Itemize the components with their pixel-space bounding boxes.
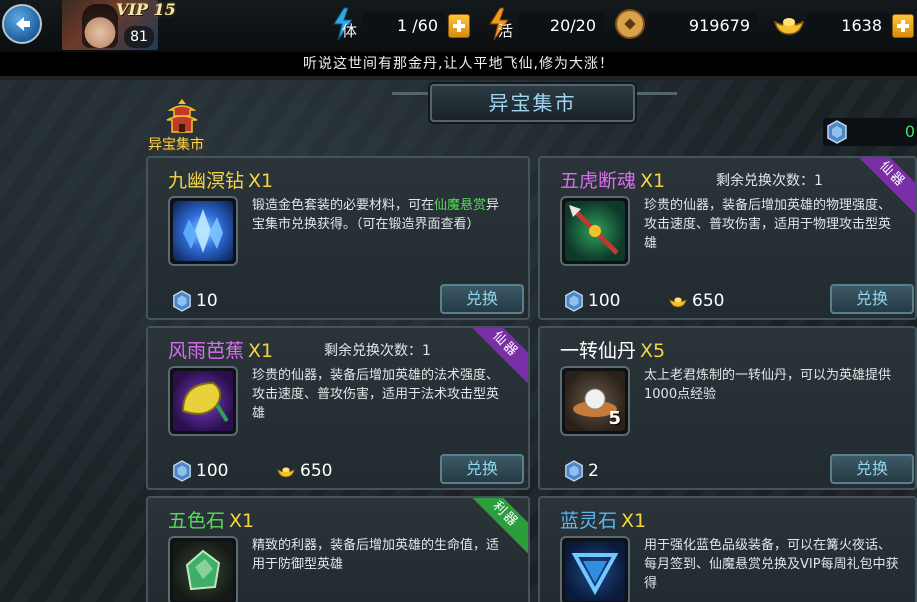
- stamina-value: 1 /60: [362, 12, 446, 40]
- crystal-icon: [173, 290, 191, 312]
- back-button[interactable]: [2, 4, 42, 44]
- title-ornament-left: [392, 92, 432, 114]
- exchange-button[interactable]: 兑换: [830, 454, 914, 484]
- price-crystal: 2: [564, 460, 599, 482]
- item-name: 五色石 X1: [168, 510, 255, 532]
- shop-badge-label: 异宝集市: [148, 137, 204, 153]
- crystal-icon: [565, 290, 583, 312]
- gold-ingot-icon: [773, 18, 805, 35]
- shop-item-card: 五虎断魂 X1 剩余兑换次数：1 仙器 珍贵的仙器，装备后增加英雄的物理强度、攻击…: [538, 156, 917, 320]
- item-icon-frame[interactable]: [168, 196, 238, 266]
- crystal-icon: [173, 460, 191, 482]
- price-crystal: 100: [172, 460, 228, 482]
- back-arrow-icon: [16, 17, 30, 31]
- player-level: 81: [124, 26, 154, 48]
- item-name: 蓝灵石 X1: [560, 510, 647, 532]
- gold-value: 1638: [806, 12, 890, 40]
- item-description: 精致的利器，装备后增加英雄的生命值，适用于防御型英雄: [252, 538, 500, 572]
- exchange-button[interactable]: 兑换: [830, 284, 914, 314]
- item-description: 用于强化蓝色品级装备，可以在篝火夜话、每月签到、仙魔悬赏兑换及VIP每周礼包中获…: [644, 538, 899, 591]
- stamina-label: 体: [342, 22, 358, 40]
- remaining-exchanges: 剩余兑换次数：1: [324, 343, 431, 359]
- item-description: 锻造金色套装的必要材料，可在仙魔悬赏异宝集市兑换获得。（可在锻造界面查看）: [252, 198, 500, 232]
- item-name: 风雨芭蕉 X1: [168, 340, 274, 362]
- item-icon-frame[interactable]: [560, 536, 630, 602]
- coin-icon: [615, 9, 645, 39]
- price-gold: 650: [276, 460, 332, 482]
- plus-icon: [897, 20, 909, 32]
- gold-ingot-icon: [277, 467, 295, 478]
- page-title: 异宝集市: [430, 84, 635, 122]
- shop-item-card: 五色石 X1 利器 精致的利器，装备后增加英雄的生命值，适用于防御型英雄: [146, 496, 530, 602]
- shop-item-card: 风雨芭蕉 X1 剩余兑换次数：1 仙器 珍贵的仙器，装备后增加英雄的法术强度、攻击…: [146, 326, 530, 490]
- blue-crystal-cluster-icon: [183, 209, 223, 253]
- coin-value: 919679: [648, 12, 758, 40]
- activity-label: 活: [498, 22, 514, 40]
- spear-weapon-icon: [569, 205, 619, 255]
- item-name: 一转仙丹 X5: [560, 340, 666, 362]
- item-icon-frame[interactable]: [168, 536, 238, 602]
- item-name: 九幽溟钻 X1: [168, 170, 274, 192]
- crystal-icon: [565, 460, 583, 482]
- vip-label: VIP 15: [116, 0, 176, 19]
- news-ticker: 听说这世间有那金丹,让人平地飞仙,修为大涨！: [0, 52, 917, 76]
- item-description: 太上老君炼制的一转仙丹，可以为英雄提供1000点经验: [644, 368, 892, 402]
- item-description: 珍贵的仙器，装备后增加英雄的物理强度、攻击速度、普攻伤害，适用于物理攻击型英雄: [644, 198, 892, 251]
- shop-item-card: 一转仙丹 X5 5 太上老君炼制的一转仙丹，可以为英雄提供1000点经验 2 兑换: [538, 326, 917, 490]
- title-ornament-right: [637, 92, 677, 114]
- price-crystal: 100: [564, 290, 620, 312]
- banana-fan-icon: [181, 381, 229, 423]
- item-icon-frame[interactable]: 5: [560, 366, 630, 436]
- exchange-button[interactable]: 兑换: [440, 454, 524, 484]
- gold-plus-button[interactable]: [892, 14, 914, 38]
- blue-spirit-stone-icon: [571, 553, 619, 596]
- item-name: 五虎断魂 X1: [560, 170, 666, 192]
- stamina-plus-button[interactable]: [448, 14, 470, 38]
- pagoda-icon: [166, 99, 198, 133]
- price-gold: 650: [668, 290, 724, 312]
- plus-icon: [453, 20, 465, 32]
- shop-item-card: 九幽溟钻 X1 锻造金色套装的必要材料，可在仙魔悬赏异宝集市兑换获得。（可在锻造界…: [146, 156, 530, 320]
- remaining-exchanges: 剩余兑换次数：1: [716, 173, 823, 189]
- crystal-icon: [827, 120, 847, 144]
- item-description: 珍贵的仙器，装备后增加英雄的法术强度、攻击速度、普攻伤害，适用于法术攻击型英雄: [252, 368, 500, 421]
- shop-item-card: 蓝灵石 X1 用于强化蓝色品级装备，可以在篝火夜话、每月签到、仙魔悬赏兑换及VIP…: [538, 496, 917, 602]
- exchange-button[interactable]: 兑换: [440, 284, 524, 314]
- item-icon-frame[interactable]: [168, 366, 238, 436]
- gold-ingot-icon: [669, 297, 687, 308]
- price-crystal: 10: [172, 290, 218, 312]
- five-color-stone-icon: [185, 549, 221, 591]
- activity-value: 20/20: [518, 12, 604, 40]
- item-icon-frame[interactable]: [560, 196, 630, 266]
- item-stack-count: 5: [608, 408, 621, 429]
